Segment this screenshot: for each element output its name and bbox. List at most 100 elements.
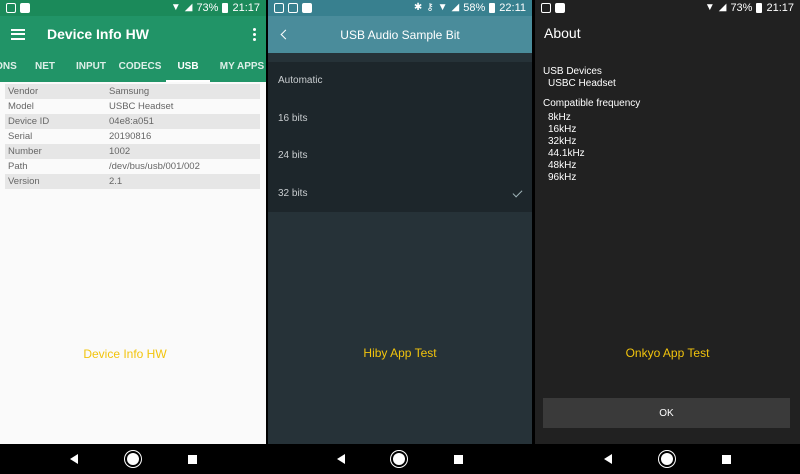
battery-percent: 73% — [730, 2, 753, 14]
tab-my-apps[interactable]: MY APPS — [216, 52, 266, 82]
dialog-title: About — [544, 25, 581, 41]
frequency-item: 16kHz — [548, 124, 577, 135]
row-value: USBC Headset — [109, 101, 174, 112]
sample-bit-options: Automatic 16 bits 24 bits 32 bits — [268, 62, 532, 212]
row-key: Serial — [8, 131, 33, 142]
frequency-item: 32kHz — [548, 136, 577, 147]
tab-codecs[interactable]: CODECS — [118, 52, 162, 82]
option-32-bits[interactable]: 32 bits — [268, 175, 532, 213]
home-icon[interactable] — [126, 453, 139, 465]
notification-icon — [541, 3, 551, 13]
key-icon: ⚷ — [426, 2, 434, 13]
option-label: 24 bits — [278, 150, 308, 161]
onkyo-panel: ▼ ◢ 73% 21:17 About USB Devices USBC Hea… — [535, 0, 800, 474]
row-key: Device ID — [8, 116, 50, 127]
navigation-bar — [268, 444, 532, 474]
table-row: Number 1002 — [5, 144, 260, 159]
frequency-item: 48kHz — [548, 160, 577, 171]
chart-notification-icon — [288, 3, 298, 13]
back-icon[interactable] — [604, 454, 613, 464]
battery-icon — [756, 3, 763, 13]
frequency-item: 96kHz — [548, 172, 577, 183]
status-bar: ✱ ⚷ ▼ ◢ 58% 22:11 — [268, 0, 532, 16]
panel-caption: Hiby App Test — [363, 346, 437, 360]
signal-icon: ◢ — [718, 2, 727, 13]
frequency-item: 8kHz — [548, 112, 571, 123]
navigation-bar — [535, 444, 800, 474]
row-key: Path — [8, 161, 28, 172]
tab-ons[interactable]: ONS — [0, 52, 18, 82]
status-bar: ▼ ◢ 73% 21:17 — [0, 0, 266, 16]
table-row: Path/dev/bus/usb/001/002 — [5, 159, 260, 174]
frequency-heading: Compatible frequency — [543, 98, 641, 109]
option-label: 16 bits — [278, 112, 308, 124]
row-value: 20190816 — [109, 131, 152, 142]
usb-info-table: Vendor Samsung Model USBC Headset Device I… — [5, 84, 260, 189]
ok-button[interactable]: OK — [543, 398, 790, 428]
battery-icon — [489, 3, 496, 13]
about-content: USB Devices USBC Headset Compatible freq… — [543, 66, 640, 184]
back-icon[interactable] — [69, 454, 78, 464]
row-key: Number — [8, 146, 42, 157]
row-value: 2.1 — [109, 176, 123, 187]
usb-device-name: USBC Headset — [548, 78, 616, 89]
row-value: 04e8:a051 — [109, 116, 154, 127]
signal-icon: ◢ — [451, 2, 460, 13]
table-row: Serial 20190816 — [5, 129, 260, 144]
page-title: USB Audio Sample Bit — [340, 27, 460, 42]
wifi-icon: ▼ — [704, 2, 715, 13]
home-icon[interactable] — [393, 453, 406, 465]
recents-icon[interactable] — [187, 454, 197, 464]
app-bar: USB Audio Sample Bit — [268, 16, 532, 53]
table-row: Device ID 04e8:a051 — [5, 114, 260, 129]
image-notification-icon — [302, 3, 312, 13]
wifi-icon: ▼ — [170, 2, 181, 13]
battery-icon — [222, 3, 229, 13]
panel-caption: Device Info HW — [83, 347, 167, 361]
row-value: 1002 — [109, 146, 131, 157]
bluetooth-icon: ✱ — [413, 2, 423, 13]
table-row: Vendor Samsung — [5, 84, 260, 99]
tab-usb[interactable]: USB — [166, 52, 210, 82]
tab-input[interactable]: INPUT — [72, 52, 110, 82]
signal-icon: ◢ — [184, 2, 193, 13]
checkmark-icon — [512, 187, 523, 197]
row-key: Vendor — [8, 86, 39, 97]
notification-icon — [6, 3, 16, 13]
option-automatic[interactable]: Automatic — [268, 62, 532, 100]
device-info-panel: ▼ ◢ 73% 21:17 Device Info HW ONS NET INP… — [0, 0, 266, 474]
wifi-icon: ▼ — [437, 2, 448, 13]
battery-percent: 58% — [463, 2, 486, 14]
tab-net[interactable]: NET — [28, 52, 62, 82]
frequency-item: 44.1kHz — [548, 148, 585, 159]
image-notification-icon — [555, 3, 565, 13]
option-label: 32 bits — [278, 187, 308, 199]
option-label: Automatic — [278, 75, 323, 86]
back-icon[interactable] — [337, 454, 346, 464]
notification-icon — [274, 3, 284, 13]
recents-icon[interactable] — [453, 454, 463, 464]
image-notification-icon — [20, 3, 30, 13]
hiby-panel: ✱ ⚷ ▼ ◢ 58% 22:11 USB Audio Sample Bit A… — [268, 0, 532, 474]
row-key: Model — [8, 101, 34, 112]
usb-devices-heading: USB Devices — [543, 66, 602, 77]
tab-bar: ONS NET INPUT CODECS USB MY APPS — [0, 52, 266, 82]
menu-icon[interactable] — [11, 28, 25, 40]
app-bar: Device Info HW — [0, 16, 266, 52]
home-icon[interactable] — [660, 453, 673, 465]
row-value: /dev/bus/usb/001/002 — [109, 161, 200, 172]
battery-percent: 73% — [196, 2, 219, 14]
recents-icon[interactable] — [721, 454, 731, 464]
status-time: 22:11 — [499, 2, 526, 14]
status-time: 21:17 — [232, 2, 260, 14]
status-time: 21:17 — [766, 2, 794, 14]
row-key: Version — [8, 176, 40, 187]
option-16-bits[interactable]: 16 bits — [268, 100, 532, 138]
navigation-bar — [0, 444, 266, 474]
option-24-bits[interactable]: 24 bits — [268, 137, 532, 175]
app-title: Device Info HW — [47, 26, 149, 42]
panel-caption: Onkyo App Test — [625, 346, 710, 360]
table-row: Version 2.1 — [5, 174, 260, 189]
status-bar: ▼ ◢ 73% 21:17 — [535, 0, 800, 16]
overflow-menu-icon[interactable] — [253, 27, 256, 41]
